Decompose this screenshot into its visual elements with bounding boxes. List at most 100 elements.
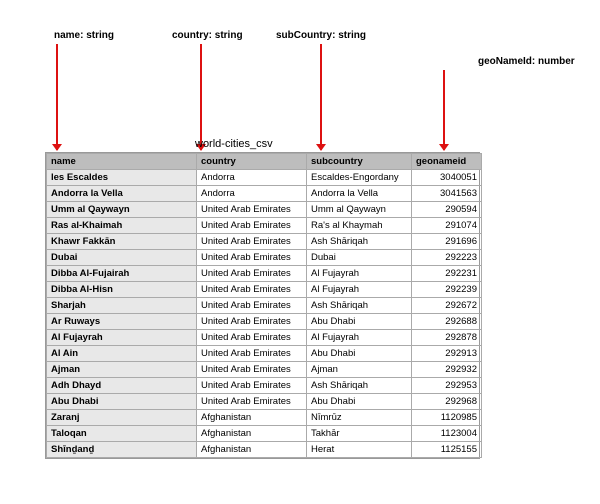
cell-country: United Arab Emirates (197, 202, 307, 218)
cell-geonameid: 292913 (412, 346, 482, 362)
col-country: country (197, 154, 307, 170)
cell-subcountry: Escaldes-Engordany (307, 170, 412, 186)
cell-subcountry: Al Fujayrah (307, 330, 412, 346)
annotation-subcountry: subCountry: string (276, 30, 366, 41)
arrow-icon (56, 44, 58, 150)
cell-name: Taloqan (47, 426, 197, 442)
cell-subcountry: Al Fujayrah (307, 282, 412, 298)
cell-country: United Arab Emirates (197, 330, 307, 346)
cell-geonameid: 292932 (412, 362, 482, 378)
cell-subcountry: Takhār (307, 426, 412, 442)
cell-geonameid: 292953 (412, 378, 482, 394)
cell-subcountry: Ajman (307, 362, 412, 378)
table-row: TaloqanAfghanistanTakhār1123004 (47, 426, 482, 442)
cell-geonameid: 292672 (412, 298, 482, 314)
table-row: Al AinUnited Arab EmiratesAbu Dhabi29291… (47, 346, 482, 362)
col-name: name (47, 154, 197, 170)
cell-subcountry: Ash Shāriqah (307, 298, 412, 314)
table-header-row: name country subcountry geonameid (47, 154, 482, 170)
cell-geonameid: 292223 (412, 250, 482, 266)
cell-subcountry: Nīmrūz (307, 410, 412, 426)
cell-name: Abu Dhabi (47, 394, 197, 410)
arrow-icon (200, 44, 202, 150)
cell-geonameid: 292878 (412, 330, 482, 346)
table-row: Umm al QaywaynUnited Arab EmiratesUmm al… (47, 202, 482, 218)
cell-name: Ajman (47, 362, 197, 378)
table-row: Ar RuwaysUnited Arab EmiratesAbu Dhabi29… (47, 314, 482, 330)
cell-geonameid: 292968 (412, 394, 482, 410)
cell-name: Adh Dhayd (47, 378, 197, 394)
cell-name: Al Ain (47, 346, 197, 362)
cell-country: Andorra (197, 186, 307, 202)
cell-country: United Arab Emirates (197, 234, 307, 250)
table-row: ShīnḏanḏAfghanistanHerat1125155 (47, 442, 482, 458)
cell-name: Dibba Al-Hisn (47, 282, 197, 298)
cell-name: Zaranj (47, 410, 197, 426)
table-row: Abu DhabiUnited Arab EmiratesAbu Dhabi29… (47, 394, 482, 410)
cell-geonameid: 290594 (412, 202, 482, 218)
cell-name: Andorra la Vella (47, 186, 197, 202)
cell-geonameid: 292231 (412, 266, 482, 282)
cell-geonameid: 3041563 (412, 186, 482, 202)
table-row: Andorra la VellaAndorraAndorra la Vella3… (47, 186, 482, 202)
cell-subcountry: Abu Dhabi (307, 314, 412, 330)
cell-country: Afghanistan (197, 442, 307, 458)
cell-geonameid: 1120985 (412, 410, 482, 426)
table-row: Al FujayrahUnited Arab EmiratesAl Fujayr… (47, 330, 482, 346)
cell-subcountry: Herat (307, 442, 412, 458)
cell-subcountry: Dubai (307, 250, 412, 266)
table-row: SharjahUnited Arab EmiratesAsh Shāriqah2… (47, 298, 482, 314)
cell-geonameid: 1125155 (412, 442, 482, 458)
cell-country: United Arab Emirates (197, 314, 307, 330)
cell-country: United Arab Emirates (197, 250, 307, 266)
cell-name: Shīnḏanḏ (47, 442, 197, 458)
cell-geonameid: 291696 (412, 234, 482, 250)
table-row: Dibba Al-HisnUnited Arab EmiratesAl Fuja… (47, 282, 482, 298)
cell-country: United Arab Emirates (197, 282, 307, 298)
cell-subcountry: Umm al Qaywayn (307, 202, 412, 218)
cell-geonameid: 1123004 (412, 426, 482, 442)
arrow-icon (320, 44, 322, 150)
table-row: AjmanUnited Arab EmiratesAjman292932 (47, 362, 482, 378)
cell-country: United Arab Emirates (197, 266, 307, 282)
cell-subcountry: Abu Dhabi (307, 394, 412, 410)
cell-geonameid: 292239 (412, 282, 482, 298)
cell-country: United Arab Emirates (197, 218, 307, 234)
table-row: Ras al-KhaimahUnited Arab EmiratesRa's a… (47, 218, 482, 234)
table-row: Khawr FakkānUnited Arab EmiratesAsh Shār… (47, 234, 482, 250)
cell-name: Khawr Fakkān (47, 234, 197, 250)
cell-name: Dibba Al-Fujairah (47, 266, 197, 282)
cell-subcountry: Ra's al Khaymah (307, 218, 412, 234)
cell-name: Umm al Qaywayn (47, 202, 197, 218)
cell-subcountry: Ash Shāriqah (307, 378, 412, 394)
cell-geonameid: 291074 (412, 218, 482, 234)
cell-subcountry: Andorra la Vella (307, 186, 412, 202)
cell-name: Ar Ruways (47, 314, 197, 330)
col-geonameid: geonameid (412, 154, 482, 170)
annotation-country: country: string (172, 30, 243, 41)
cell-name: Ras al-Khaimah (47, 218, 197, 234)
col-subcountry: subcountry (307, 154, 412, 170)
table-row: Dibba Al-FujairahUnited Arab EmiratesAl … (47, 266, 482, 282)
cell-country: Afghanistan (197, 426, 307, 442)
cell-country: United Arab Emirates (197, 394, 307, 410)
table-title: world-cities_csv (195, 138, 273, 150)
cell-country: Andorra (197, 170, 307, 186)
cell-country: United Arab Emirates (197, 346, 307, 362)
table-row: Adh DhaydUnited Arab EmiratesAsh Shāriqa… (47, 378, 482, 394)
table-row: ZaranjAfghanistanNīmrūz1120985 (47, 410, 482, 426)
cell-subcountry: Al Fujayrah (307, 266, 412, 282)
table-row: les EscaldesAndorraEscaldes-Engordany304… (47, 170, 482, 186)
cell-name: Dubai (47, 250, 197, 266)
cell-country: United Arab Emirates (197, 378, 307, 394)
cell-country: Afghanistan (197, 410, 307, 426)
cell-name: les Escaldes (47, 170, 197, 186)
arrow-icon (443, 70, 445, 150)
annotation-geonameid: geoNameId: number (478, 56, 575, 67)
table-row: DubaiUnited Arab EmiratesDubai292223 (47, 250, 482, 266)
data-table: name country subcountry geonameid les Es… (45, 152, 480, 459)
cell-geonameid: 292688 (412, 314, 482, 330)
cell-subcountry: Abu Dhabi (307, 346, 412, 362)
cell-country: United Arab Emirates (197, 362, 307, 378)
cell-geonameid: 3040051 (412, 170, 482, 186)
